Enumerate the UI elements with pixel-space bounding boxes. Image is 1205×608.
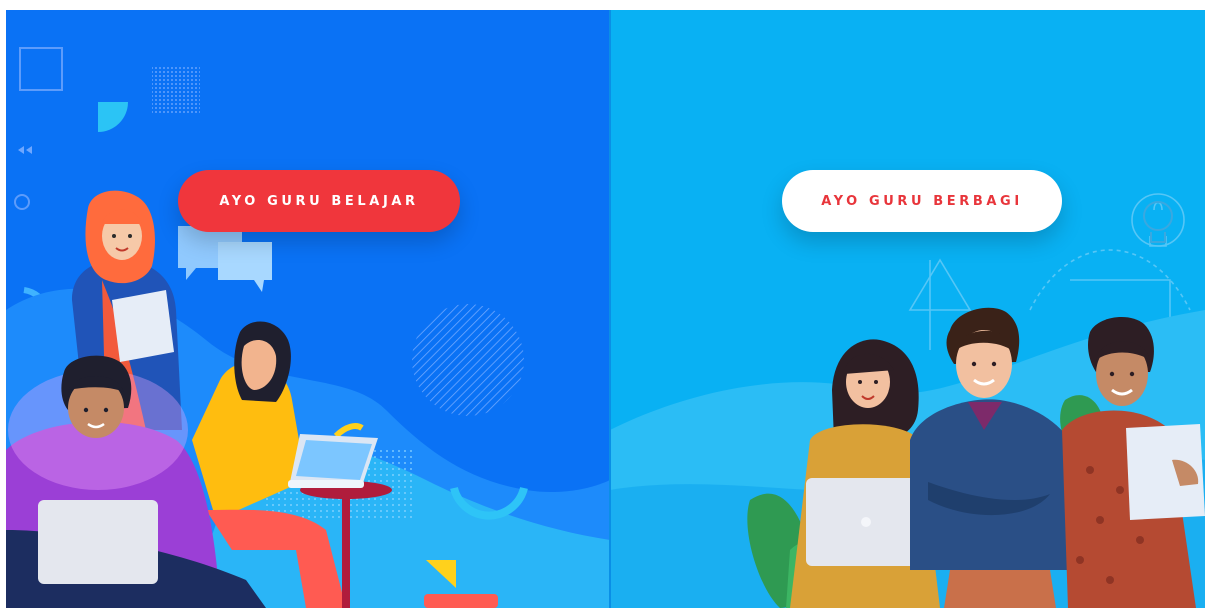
illustration-guru-belajar xyxy=(6,47,610,608)
panel-guru-berbagi[interactable]: AYO GURU BERBAGI xyxy=(610,10,1205,608)
ayo-guru-belajar-button[interactable]: AYO GURU BELAJAR xyxy=(178,170,460,232)
illustration-guru-berbagi xyxy=(610,193,1205,608)
panel-guru-belajar[interactable]: AYO GURU BELAJAR xyxy=(6,10,610,608)
ayo-guru-berbagi-button[interactable]: AYO GURU BERBAGI xyxy=(782,170,1062,232)
hero-banner: AYO GURU BELAJAR AYO GURU BERBAGI xyxy=(6,10,1205,608)
panel-divider xyxy=(609,10,611,608)
